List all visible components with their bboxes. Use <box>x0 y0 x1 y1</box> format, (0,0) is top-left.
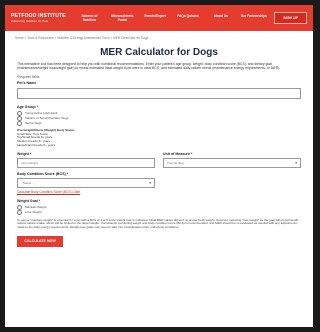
weight-label: Weight * <box>17 151 32 156</box>
weight-placeholder: Input Weight <box>21 160 38 165</box>
radio-label: Senior Dogs <box>25 121 42 126</box>
unit-field-group: Unit of Measure * Pounds (lbs) ▾ <box>163 152 301 168</box>
chevron-down-icon: ▾ <box>149 180 151 185</box>
unit-label: Unit of Measure * <box>163 151 193 156</box>
radio-label: Lose Weight <box>25 210 42 215</box>
weight-info: Overweight/Obese (Weight) Body Status Sm… <box>5 128 313 148</box>
intro-paragraph: This interactive tool has been designed … <box>17 62 281 71</box>
breadcrumb[interactable]: Home > Tools & Resources > Nutrition & E… <box>5 31 313 40</box>
chevron-down-icon: ▾ <box>295 160 297 165</box>
unit-selected-value: Pounds (lbs) <box>167 160 184 165</box>
radio-label: Young Active Adult Adult <box>25 111 58 116</box>
radio-button[interactable] <box>17 120 22 126</box>
bcs-selected-value: - Select - <box>21 180 34 185</box>
top-navigation-bar: PETFOOD INSTITUTE Advancing Nutrition fo… <box>5 5 313 31</box>
signup-button[interactable]: SIGN UP <box>274 12 307 24</box>
nav-item-micronutrients[interactable]: Micronutrients Portal <box>107 14 137 22</box>
bcs-select[interactable]: - Select - ▾ <box>17 177 155 188</box>
bcs-row: - Select - ▾ <box>5 176 313 188</box>
radio-label: Inactive or Senior/Geriatric Dogs <box>25 116 69 121</box>
page: PETFOOD INSTITUTE Advancing Nutrition fo… <box>5 5 313 327</box>
nav-item-partnerships[interactable]: Our Partnerships <box>239 14 269 22</box>
weight-input[interactable]: Input Weight <box>17 157 155 168</box>
weight-field-group: Weight * Input Weight <box>17 152 155 168</box>
radio-button[interactable] <box>17 209 22 215</box>
pet-name-input[interactable] <box>17 87 301 99</box>
pet-name-label: Pet's Name <box>17 80 37 85</box>
required-note: *Required fields <box>17 74 40 79</box>
nav-item-about[interactable]: About Us <box>206 14 236 22</box>
logo-tagline: Advancing Nutrition for Pets <box>11 19 49 23</box>
disclaimer-text: To gain a "maintain weight" is essential… <box>17 217 299 229</box>
bcs-field-group: - Select - ▾ <box>17 176 155 188</box>
weight-unit-row: Weight * Input Weight Unit of Measure * … <box>5 152 313 168</box>
main-nav: Science of Nutrition Micronutrients Port… <box>73 14 270 22</box>
nav-item-events[interactable]: Events/Expert <box>140 14 170 22</box>
site-logo[interactable]: PETFOOD INSTITUTE Advancing Nutrition fo… <box>11 13 67 23</box>
unit-select[interactable]: Pounds (lbs) ▾ <box>163 157 301 168</box>
nav-item-science[interactable]: Science of Nutrition <box>74 14 104 22</box>
page-title: MER Calculator for Dogs <box>100 47 218 58</box>
calculate-button[interactable]: CALCULATE NOW <box>17 235 63 247</box>
nav-item-faqs[interactable]: FAQs Quizzes <box>173 14 203 22</box>
radio-label: Maintain Weight <box>25 205 47 210</box>
